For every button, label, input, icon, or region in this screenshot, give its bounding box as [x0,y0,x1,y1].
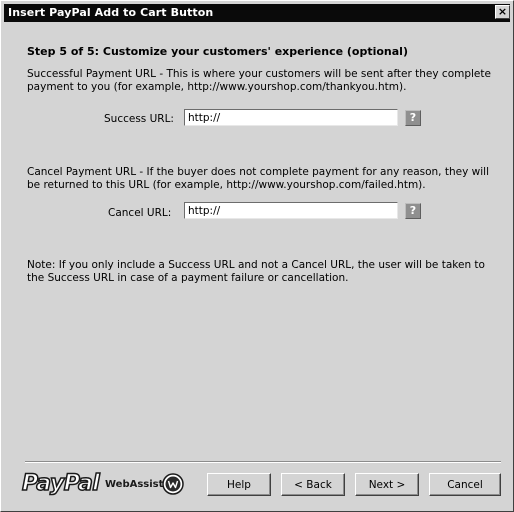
next-button[interactable]: Next > [355,473,419,496]
cancel-button[interactable]: Cancel [429,473,501,496]
help-button[interactable]: Help [207,473,271,496]
success-url-input[interactable] [184,109,398,126]
window-title: Insert PayPal Add to Cart Button [8,6,214,19]
cancel-help-icon[interactable]: ? [405,203,421,219]
success-help-icon[interactable]: ? [405,110,421,126]
webassist-logo-text: WebAssist [105,479,164,490]
cancel-url-label: Cancel URL: [108,207,172,219]
note-text: Note: If you only include a Success URL … [27,259,485,284]
dialog-window: Insert PayPal Add to Cart Button × Step … [0,0,514,512]
step-title: Step 5 of 5: Customize your customers' e… [27,45,408,58]
success-url-description: Successful Payment URL - This is where y… [27,68,491,93]
close-button[interactable]: × [495,5,510,19]
footer-divider [25,461,501,463]
paypal-logo: PayPal [21,471,100,497]
back-button[interactable]: < Back [281,473,345,496]
title-bar[interactable]: Insert PayPal Add to Cart Button × [4,4,510,22]
cancel-url-description: Cancel Payment URL - If the buyer does n… [27,166,489,191]
success-url-label: Success URL: [104,113,174,125]
cancel-url-input[interactable] [184,202,398,219]
webassist-logo-icon [162,473,184,495]
